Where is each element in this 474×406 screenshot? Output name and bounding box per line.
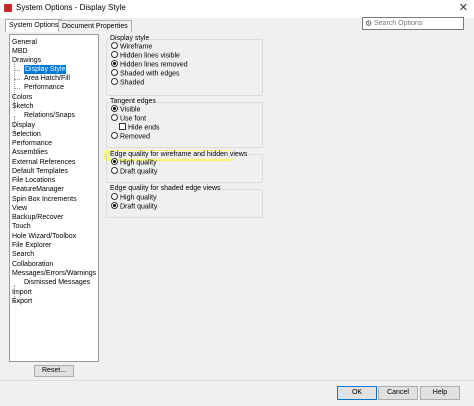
search-box[interactable]: ⚙ bbox=[362, 17, 464, 30]
tree-item[interactable]: Drawings bbox=[12, 56, 41, 65]
option-label: Removed bbox=[120, 133, 150, 141]
tree-item[interactable]: Performance bbox=[24, 83, 64, 92]
tab-system-options[interactable]: System Options bbox=[5, 19, 63, 32]
tree-item[interactable]: Messages/Errors/Warnings bbox=[12, 269, 96, 278]
option-label: Draft quality bbox=[120, 168, 158, 176]
tree-item[interactable]: General bbox=[12, 38, 37, 47]
radio-button[interactable] bbox=[111, 158, 118, 165]
option-label: Hide ends bbox=[128, 124, 160, 132]
display-style-option[interactable]: Shaded with edges bbox=[111, 69, 180, 78]
tangent-edges-option[interactable]: Use font bbox=[111, 114, 147, 123]
radio-button[interactable] bbox=[111, 42, 118, 49]
edge-quality-wireframe-option[interactable]: High quality bbox=[111, 158, 157, 167]
tree-item[interactable]: External References bbox=[12, 158, 75, 167]
tree-item[interactable]: Collaboration bbox=[12, 260, 53, 269]
tree-item[interactable]: Performance bbox=[12, 139, 52, 148]
edge-quality-shaded-option[interactable]: Draft quality bbox=[111, 202, 158, 211]
tree-item[interactable]: Selection bbox=[12, 130, 41, 139]
radio-button[interactable] bbox=[111, 132, 118, 139]
option-label: Shaded with edges bbox=[120, 70, 180, 78]
tree-connector bbox=[14, 79, 20, 80]
tangent-edges-option[interactable]: Removed bbox=[111, 132, 150, 141]
option-label: Use font bbox=[120, 115, 147, 123]
tree-item[interactable]: Import bbox=[12, 288, 32, 297]
tree-item[interactable]: Touch bbox=[12, 222, 31, 231]
tree-item[interactable]: Sketch bbox=[12, 102, 33, 111]
edge-quality-shaded-label: Edge quality for shaded edge views bbox=[109, 185, 222, 193]
radio-button[interactable] bbox=[111, 78, 118, 85]
tree-item[interactable]: Area Hatch/Fill bbox=[24, 74, 70, 83]
title-bar: System Options - Display Style ✕ bbox=[0, 0, 474, 18]
option-label: Visible bbox=[120, 106, 141, 114]
display-style-option[interactable]: Wireframe bbox=[111, 42, 153, 51]
options-dialog: System Options - Display Style ✕ System … bbox=[0, 0, 474, 405]
radio-button[interactable] bbox=[111, 167, 118, 174]
radio-button[interactable] bbox=[111, 69, 118, 76]
window-title: System Options - Display Style bbox=[16, 3, 126, 12]
cancel-button[interactable]: Cancel bbox=[378, 386, 418, 400]
tab-document-properties[interactable]: Document Properties bbox=[58, 20, 132, 32]
tree-item[interactable]: File Locations bbox=[12, 176, 55, 185]
search-icon: ⚙ bbox=[365, 19, 373, 28]
tree-item[interactable]: Colors bbox=[12, 93, 32, 102]
tree-item[interactable]: Display bbox=[12, 121, 35, 130]
app-icon bbox=[4, 4, 12, 12]
tree-item[interactable]: File Explorer bbox=[12, 241, 51, 250]
tree-item[interactable]: MBD bbox=[12, 47, 28, 56]
tree-item[interactable]: Hole Wizard/Toolbox bbox=[12, 232, 76, 241]
tree-connector bbox=[14, 70, 20, 71]
radio-button[interactable] bbox=[111, 105, 118, 112]
tree-item[interactable]: Display Style bbox=[24, 65, 67, 74]
edge-quality-wireframe-label: Edge quality for wireframe and hidden vi… bbox=[109, 151, 249, 159]
radio-button[interactable] bbox=[111, 193, 118, 200]
tangent-edges-option[interactable]: Hide ends bbox=[119, 123, 160, 132]
tree-item[interactable]: Relations/Snaps bbox=[24, 111, 75, 120]
tree-item[interactable]: Export bbox=[12, 297, 32, 306]
tree-item[interactable]: Search bbox=[12, 250, 34, 259]
tree-item[interactable]: Assemblies bbox=[12, 148, 48, 157]
option-label: High quality bbox=[120, 159, 157, 167]
display-style-option[interactable]: Hidden lines visible bbox=[111, 51, 180, 60]
option-label: Draft quality bbox=[120, 203, 158, 211]
radio-button[interactable] bbox=[111, 114, 118, 121]
display-style-option[interactable]: Shaded bbox=[111, 78, 145, 87]
tree-item[interactable]: Dismissed Messages bbox=[24, 278, 90, 287]
ok-button[interactable]: OK bbox=[337, 386, 377, 400]
reset-button[interactable]: Reset... bbox=[34, 365, 74, 377]
edge-quality-shaded-option[interactable]: High quality bbox=[111, 193, 157, 202]
tangent-edges-option[interactable]: Visible bbox=[111, 105, 141, 114]
display-style-option[interactable]: Hidden lines removed bbox=[111, 60, 188, 69]
option-label: Hidden lines visible bbox=[120, 52, 180, 60]
option-label: Shaded bbox=[120, 79, 145, 87]
options-tree[interactable]: General MBD Drawings Display Style Area Hatc… bbox=[9, 34, 99, 362]
search-input[interactable] bbox=[374, 18, 460, 29]
display-style-panel: Display style Wireframe Hidden lines visi… bbox=[101, 34, 467, 360]
radio-button[interactable] bbox=[111, 60, 118, 67]
option-label: Wireframe bbox=[120, 43, 153, 51]
radio-button[interactable] bbox=[111, 51, 118, 58]
checkbox[interactable] bbox=[119, 123, 126, 130]
option-label: High quality bbox=[120, 194, 157, 202]
tree-item[interactable]: View bbox=[12, 204, 27, 213]
radio-button[interactable] bbox=[111, 202, 118, 209]
option-label: Hidden lines removed bbox=[120, 61, 188, 69]
edge-quality-wireframe-option[interactable]: Draft quality bbox=[111, 167, 158, 176]
help-button[interactable]: Help bbox=[420, 386, 460, 400]
close-icon[interactable]: ✕ bbox=[459, 2, 468, 14]
tree-item[interactable]: Default Templates bbox=[12, 167, 68, 176]
tree-item[interactable]: Spin Box Increments bbox=[12, 195, 77, 204]
tree-item[interactable]: Backup/Recover bbox=[12, 213, 63, 222]
tree-item[interactable]: FeatureManager bbox=[12, 185, 64, 194]
tree-connector bbox=[14, 88, 20, 89]
